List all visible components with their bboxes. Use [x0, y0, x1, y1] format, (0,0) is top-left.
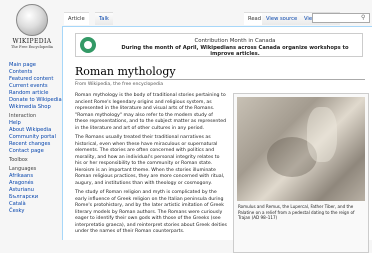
nav-current-events[interactable]: Current events	[9, 83, 63, 90]
page-title: Roman mythology	[75, 65, 176, 78]
article-content: Contribution Month in Canada During the …	[62, 26, 372, 253]
lang-cesky[interactable]: Česky	[9, 208, 63, 215]
logo-title: WIKIPEDIA	[12, 38, 52, 45]
lang-catala[interactable]: Català	[9, 201, 63, 208]
lang-bulgarian[interactable]: Български	[9, 194, 63, 201]
tab-view-source[interactable]: View source	[262, 12, 302, 25]
paragraph: Roman mythology is the body of tradition…	[75, 93, 227, 131]
nav-about[interactable]: About Wikipedia	[9, 127, 63, 134]
roman-relief-image[interactable]	[237, 97, 365, 201]
image-caption: Romulus and Remus, the Lupercal, Father …	[238, 204, 355, 221]
logo-subtitle: The Free Encyclopedia	[11, 45, 53, 49]
nav-community-portal[interactable]: Community portal	[9, 134, 63, 141]
lang-asturianu[interactable]: Asturianu	[9, 187, 63, 194]
toolbox-heading[interactable]: Toolbox	[9, 157, 63, 164]
thumbnail-figure: Romulus and Remus, the Lupercal, Father …	[233, 93, 369, 253]
paragraph: The study of Roman religion and myth is …	[75, 190, 227, 234]
banner-title[interactable]: Contribution Month in Canada	[112, 38, 358, 44]
lang-afrikaans[interactable]: Afrikaans	[9, 173, 63, 180]
interaction-heading[interactable]: Interaction	[9, 113, 63, 120]
languages-heading[interactable]: Languages	[9, 166, 63, 173]
lang-aragones[interactable]: Aragonés	[9, 180, 63, 187]
from-wikipedia-line: From Wikipedia, the free encyclopedia	[75, 82, 164, 87]
nav-help[interactable]: Help	[9, 120, 63, 127]
title-divider	[75, 79, 365, 80]
nav-shop[interactable]: Wikimedia Shop	[9, 104, 63, 111]
site-notice-banner: Contribution Month in Canada During the …	[75, 33, 363, 57]
wikimedia-canada-logo-icon	[80, 37, 96, 53]
article-body: Roman mythology is the body of tradition…	[75, 93, 227, 239]
nav-random-article[interactable]: Random article	[9, 90, 63, 97]
sidebar: WIKIPEDIA The Free Encyclopedia Main pag…	[0, 0, 62, 240]
nav-main-page[interactable]: Main page	[9, 62, 63, 69]
search-icon[interactable]: ⚲	[361, 15, 367, 21]
tab-talk[interactable]: Talk	[95, 12, 113, 25]
nav-contact-page[interactable]: Contact page	[9, 148, 63, 155]
nav-recent-changes[interactable]: Recent changes	[9, 141, 63, 148]
nav-featured-content[interactable]: Featured content	[9, 76, 63, 83]
sidebar-nav: Main page Contents Featured content Curr…	[9, 62, 63, 215]
banner-text[interactable]: During the month of April, Wikipedians a…	[112, 45, 358, 57]
nav-donate[interactable]: Donate to Wikipedia	[9, 97, 63, 104]
paragraph: The Romans usually treated their traditi…	[75, 135, 225, 186]
search-input[interactable]: ⚲	[312, 13, 370, 23]
wikipedia-logo[interactable]: WIKIPEDIA The Free Encyclopedia	[10, 4, 54, 49]
puzzle-globe-icon	[16, 4, 48, 36]
nav-contents[interactable]: Contents	[9, 69, 63, 76]
tab-article[interactable]: Article	[64, 12, 89, 25]
